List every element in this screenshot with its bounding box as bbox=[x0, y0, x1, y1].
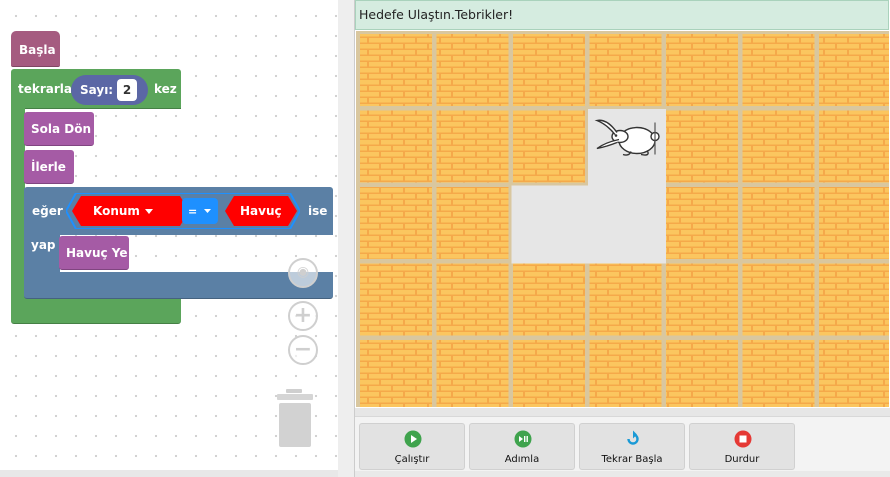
maze-wall-cell bbox=[436, 340, 509, 407]
control-toolbar: Çalıştır Adımla Tekrar Başla Durdur bbox=[355, 416, 890, 471]
trash-icon[interactable] bbox=[276, 389, 314, 447]
maze-wall-cell bbox=[742, 110, 815, 183]
move-forward-block[interactable]: İlerle bbox=[24, 150, 74, 184]
restart-button-label: Tekrar Başla bbox=[601, 454, 663, 465]
maze-wall-cell bbox=[742, 340, 815, 407]
start-block[interactable]: Başla bbox=[11, 31, 60, 67]
eat-carrot-label: Havuç Ye bbox=[66, 246, 128, 260]
if-prefix-label: eğer bbox=[32, 204, 63, 218]
maze-footer bbox=[355, 408, 890, 416]
zoom-in-icon[interactable]: + bbox=[288, 301, 318, 331]
maze-wall-cell bbox=[589, 263, 662, 336]
status-message-bar: Hedefe Ulaştın.Tebrikler! bbox=[355, 0, 889, 30]
repeat-prefix-label: tekrarla bbox=[18, 82, 72, 96]
carrot-dropdown-label: Havuç bbox=[240, 204, 282, 218]
maze-wall-cell bbox=[360, 340, 432, 407]
panel-divider bbox=[338, 0, 354, 477]
move-forward-label: İlerle bbox=[31, 160, 66, 174]
app-root: Başla tekrarla kez Sayı: 2 Sola Dön İler… bbox=[0, 0, 890, 477]
status-message: Hedefe Ulaştın.Tebrikler! bbox=[359, 7, 514, 22]
maze-wall-cell bbox=[666, 263, 738, 336]
maze-wall-cell bbox=[513, 340, 585, 407]
maze-wall-cell bbox=[819, 263, 889, 336]
if-suffix-label: ise bbox=[308, 204, 328, 218]
step-icon bbox=[514, 430, 532, 448]
maze-wall-cell bbox=[819, 340, 889, 407]
start-block-label: Başla bbox=[19, 43, 56, 57]
maze-board bbox=[356, 31, 889, 407]
restart-button[interactable]: Tekrar Başla bbox=[579, 423, 685, 470]
maze-wall-cell bbox=[819, 110, 889, 183]
run-button[interactable]: Çalıştır bbox=[359, 423, 465, 470]
if-block-spine: yap bbox=[24, 234, 60, 274]
operator-label: = bbox=[188, 205, 198, 218]
stop-icon bbox=[734, 430, 752, 448]
run-button-label: Çalıştır bbox=[394, 454, 430, 465]
restart-icon bbox=[627, 430, 639, 445]
maze-wall-cell bbox=[436, 187, 509, 259]
maze-wall-cell bbox=[436, 110, 509, 183]
location-dropdown-label: Konum bbox=[93, 204, 140, 218]
maze-wall-cell bbox=[819, 34, 889, 106]
maze-wall-cell bbox=[742, 34, 815, 106]
maze-wall-cell bbox=[819, 187, 889, 259]
maze-path-cell bbox=[588, 185, 666, 264]
maze-path-cell bbox=[511, 185, 590, 264]
stop-button[interactable]: Durdur bbox=[689, 423, 795, 470]
zoom-out-icon[interactable]: − bbox=[288, 335, 318, 365]
block-workspace[interactable]: Başla tekrarla kez Sayı: 2 Sola Dön İler… bbox=[0, 0, 338, 470]
maze-wall-cell bbox=[513, 34, 585, 106]
eat-carrot-block[interactable]: Havuç Ye bbox=[59, 236, 129, 270]
stop-button-label: Durdur bbox=[724, 454, 760, 465]
maze-grid bbox=[360, 34, 889, 407]
maze-wall-cell bbox=[360, 187, 432, 259]
maze-wall-cell bbox=[742, 187, 815, 259]
panel-footer bbox=[355, 471, 890, 477]
maze-wall-cell bbox=[742, 263, 815, 336]
maze-wall-cell bbox=[513, 110, 585, 183]
repeat-block-spine bbox=[11, 108, 25, 298]
maze-wall-cell bbox=[360, 34, 432, 106]
if-do-label: yap bbox=[31, 238, 56, 252]
count-input[interactable]: 2 bbox=[117, 79, 137, 101]
game-panel: Hedefe Ulaştın.Tebrikler! Çalıştır Adıml… bbox=[354, 0, 890, 477]
maze-wall-cell bbox=[666, 187, 738, 259]
repeat-suffix-label: kez bbox=[154, 82, 177, 96]
turn-left-label: Sola Dön bbox=[31, 122, 92, 136]
maze-wall-cell bbox=[666, 340, 738, 407]
maze-wall-cell bbox=[436, 34, 509, 106]
count-label: Sayı: bbox=[80, 83, 114, 97]
step-button[interactable]: Adımla bbox=[469, 423, 575, 470]
maze-wall-cell bbox=[589, 340, 662, 407]
maze-wall-cell bbox=[436, 263, 509, 336]
recenter-icon[interactable]: ◉ bbox=[288, 258, 318, 288]
maze-wall-cell bbox=[360, 110, 432, 183]
workspace-footer bbox=[0, 470, 338, 477]
maze-wall-cell bbox=[360, 263, 432, 336]
maze-wall-cell bbox=[666, 110, 738, 183]
turn-left-block[interactable]: Sola Dön bbox=[24, 112, 94, 146]
repeat-block-footer bbox=[11, 296, 181, 324]
if-block-footer bbox=[24, 272, 333, 299]
maze-wall-cell bbox=[666, 34, 738, 106]
maze-wall-cell bbox=[589, 34, 662, 106]
maze-wall-cell bbox=[513, 263, 585, 336]
play-icon bbox=[404, 430, 422, 448]
step-button-label: Adımla bbox=[504, 454, 540, 465]
